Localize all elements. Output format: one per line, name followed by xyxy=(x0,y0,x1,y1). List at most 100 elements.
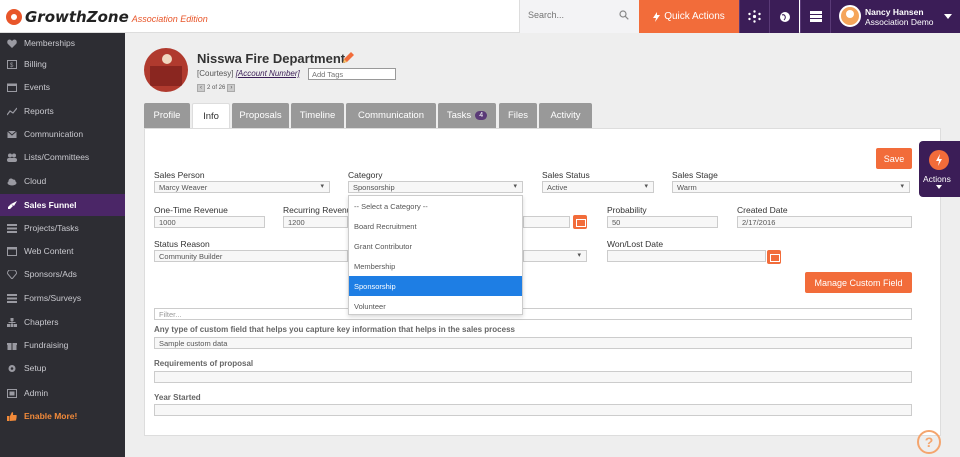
sidebar-item-label: Sales Funnel xyxy=(24,200,77,210)
category-dropdown-list: -- Select a Category -- Board Recruitmen… xyxy=(348,195,523,315)
category-option[interactable]: Membership xyxy=(349,256,522,276)
sales-stage-label: Sales Stage xyxy=(672,170,718,180)
actions-label: Actions xyxy=(923,174,951,184)
diamond-icon xyxy=(7,269,17,279)
record-pager: ‹ 2 of 26 › xyxy=(197,84,236,92)
sidebar-item-projects-tasks[interactable]: Projects/Tasks xyxy=(0,218,125,238)
next-record-button[interactable]: › xyxy=(227,84,236,92)
year-started-input[interactable] xyxy=(154,404,912,416)
user-org: Association Demo xyxy=(865,17,934,27)
tab-profile[interactable]: Profile xyxy=(144,103,190,128)
tab-info[interactable]: Info xyxy=(192,103,230,128)
custom-field-label: Any type of custom field that helps you … xyxy=(154,325,515,334)
globe-button[interactable] xyxy=(769,0,799,33)
sidebar-item-chapters[interactable]: Chapters xyxy=(0,312,125,332)
tab-label: Tasks xyxy=(446,110,472,121)
sidebar-item-enable-more[interactable]: Enable More! xyxy=(0,406,125,426)
tab-label: Activity xyxy=(550,110,581,121)
won-lost-date-input[interactable] xyxy=(607,250,766,262)
sidebar-item-events[interactable]: Events xyxy=(0,77,125,97)
tab-activity[interactable]: Activity xyxy=(539,103,592,128)
sidebar-item-cloud[interactable]: Cloud xyxy=(0,171,125,191)
calendar-icon xyxy=(7,83,17,92)
category-option[interactable]: Board Recruitment xyxy=(349,216,522,236)
pencil-icon[interactable] xyxy=(341,51,355,65)
sidebar-item-sales-funnel[interactable]: Sales Funnel xyxy=(0,194,125,216)
user-menu[interactable]: Nancy Hansen Association Demo xyxy=(830,0,960,33)
year-started-label: Year Started xyxy=(154,393,201,402)
record-meta: [Courtesy] [Account Number] xyxy=(197,69,300,78)
category-select[interactable]: Sponsorship xyxy=(348,181,523,193)
sidebar-item-label: Events xyxy=(24,82,50,92)
sidebar-item-reports[interactable]: Reports xyxy=(0,101,125,121)
requirements-input[interactable] xyxy=(154,371,912,383)
sidebar-item-forms-surveys[interactable]: Forms/Surveys xyxy=(0,288,125,308)
admin-icon xyxy=(7,388,17,398)
sidebar-item-fundraising[interactable]: Fundraising xyxy=(0,335,125,355)
tab-tasks[interactable]: Tasks 4 xyxy=(438,103,496,128)
one-time-revenue-label: One-Time Revenue xyxy=(154,205,228,215)
org-photo[interactable] xyxy=(144,48,188,92)
status-reason-select-end[interactable] xyxy=(523,250,587,262)
created-date-input[interactable]: 2/17/2016 xyxy=(737,216,912,228)
category-option[interactable]: Volunteer xyxy=(349,296,522,316)
tab-proposals[interactable]: Proposals xyxy=(232,103,289,128)
one-time-revenue-input[interactable]: 1000 xyxy=(154,216,265,228)
tasks-icon xyxy=(7,223,17,233)
sidebar-item-label: Admin xyxy=(24,388,49,398)
save-button[interactable]: Save xyxy=(876,148,912,169)
courtesy-label: [Courtesy] xyxy=(197,69,234,78)
category-option[interactable]: -- Select a Category -- xyxy=(349,196,522,216)
search-input[interactable] xyxy=(528,10,618,20)
prev-record-button[interactable]: ‹ xyxy=(197,84,205,92)
filter-input[interactable]: Filter... xyxy=(154,308,912,320)
sidebar-item-communication[interactable]: Communication xyxy=(0,124,125,144)
logo[interactable]: GrowthZone Association Edition xyxy=(6,8,208,26)
sales-stage-select[interactable]: Warm xyxy=(672,181,910,193)
search-box[interactable] xyxy=(519,0,639,33)
help-button[interactable]: ? xyxy=(917,430,941,454)
top-bar: GrowthZone Association Edition Quick Act… xyxy=(0,0,960,33)
sidebar-item-memberships[interactable]: Memberships xyxy=(0,33,125,53)
sidebar-item-setup[interactable]: Setup xyxy=(0,358,125,378)
category-option-selected[interactable]: Sponsorship xyxy=(349,276,522,296)
tab-communication[interactable]: Communication xyxy=(346,103,436,128)
category-option[interactable]: Grant Contributor xyxy=(349,236,522,256)
list-view-button[interactable] xyxy=(800,0,830,33)
tab-files[interactable]: Files xyxy=(499,103,537,128)
sales-person-select[interactable]: Marcy Weaver xyxy=(154,181,330,193)
manage-custom-field-button[interactable]: Manage Custom Field xyxy=(805,272,912,293)
sidebar-item-label: Reports xyxy=(24,106,54,116)
sidebar-item-billing[interactable]: $ Billing xyxy=(0,54,125,74)
search-icon[interactable] xyxy=(619,10,629,20)
calendar-icon[interactable] xyxy=(767,250,781,264)
account-number-link[interactable]: [Account Number] xyxy=(236,69,300,78)
quick-actions-button[interactable]: Quick Actions xyxy=(639,0,739,33)
pager-text: 2 of 26 xyxy=(207,85,226,91)
sidebar-item-label: Web Content xyxy=(24,246,74,256)
sidebar-item-admin[interactable]: Admin xyxy=(0,383,125,403)
logo-gear-icon xyxy=(6,9,22,25)
calendar-icon[interactable] xyxy=(573,215,587,229)
expected-close-date-input[interactable] xyxy=(523,216,570,228)
status-reason-select[interactable]: Community Builder xyxy=(154,250,348,262)
status-reason-label: Status Reason xyxy=(154,239,210,249)
recurring-revenue-input[interactable]: 1200 xyxy=(283,216,348,228)
requirements-label: Requirements of proposal xyxy=(154,359,254,368)
tab-timeline[interactable]: Timeline xyxy=(291,103,344,128)
sales-status-select[interactable]: Active xyxy=(542,181,654,193)
tab-label: Timeline xyxy=(299,110,336,121)
sidebar-item-lists-committees[interactable]: Lists/Committees xyxy=(0,147,125,167)
add-tags-input[interactable] xyxy=(308,68,396,80)
actions-side-tab[interactable]: Actions xyxy=(919,141,960,197)
sidebar-item-sponsors-ads[interactable]: Sponsors/Ads xyxy=(0,264,125,284)
sidebar-item-label: Sponsors/Ads xyxy=(24,269,77,279)
probability-input[interactable]: 50 xyxy=(607,216,718,228)
quick-actions-label: Quick Actions xyxy=(664,11,725,22)
custom-field-input[interactable]: Sample custom data xyxy=(154,337,912,349)
sitemap-icon xyxy=(7,317,17,327)
form-list-icon xyxy=(7,293,17,303)
network-button[interactable] xyxy=(739,0,769,33)
created-date-label: Created Date xyxy=(737,205,788,215)
sidebar-item-web-content[interactable]: Web Content xyxy=(0,241,125,261)
